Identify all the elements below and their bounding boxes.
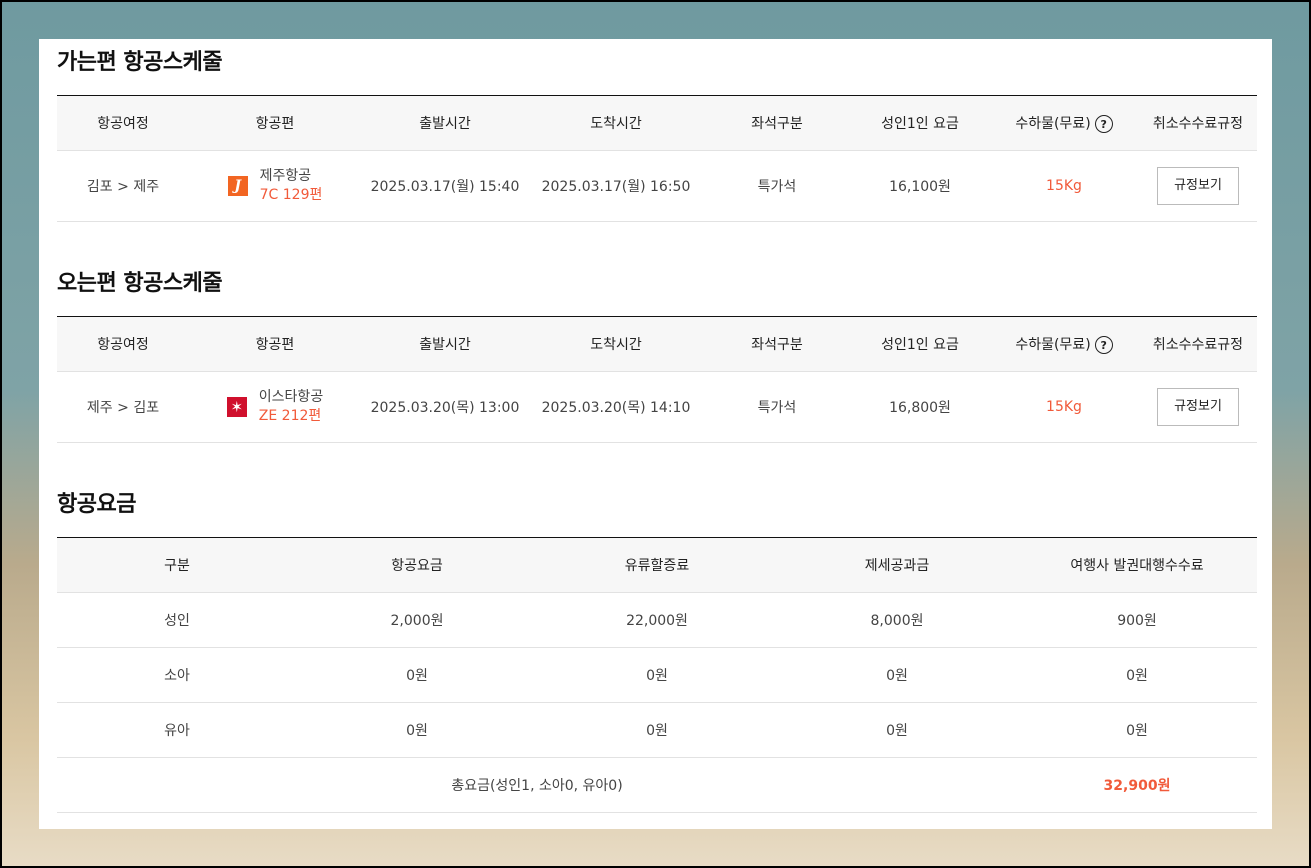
- fare-cell: 소아: [57, 647, 297, 703]
- col-header: 출발시간: [361, 316, 529, 372]
- reservation-panel: 가는편 항공스케줄 항공여정 항공편 출발시간 도착시간 좌석구분 성인1인 요…: [39, 39, 1272, 829]
- col-header-baggage: 수하물(무료)?: [989, 316, 1139, 372]
- table-header-row: 구분 항공요금 유류할증료 제세공과금 여행사 발권대행수수료: [57, 537, 1257, 593]
- baggage: 15Kg: [989, 371, 1139, 443]
- help-icon[interactable]: ?: [1094, 336, 1113, 354]
- table-row: 김포 > 제주 J 제주항공 7C 129편 2025.03.17(월) 15:…: [57, 150, 1257, 222]
- col-header: 성인1인 요금: [851, 95, 989, 151]
- fare-cell: 0원: [777, 702, 1017, 758]
- fare-cell: 0원: [537, 647, 777, 703]
- outbound-title: 가는편 항공스케줄: [57, 50, 223, 75]
- airline-name: 이스타항공: [258, 389, 324, 405]
- airline-cell: J 제주항공 7C 129편: [189, 150, 361, 222]
- col-header: 좌석구분: [703, 316, 851, 372]
- col-header: 항공여정: [57, 316, 189, 372]
- view-rules-button[interactable]: 규정보기: [1157, 388, 1239, 426]
- jeju-air-logo-icon: J: [227, 176, 248, 196]
- col-header: 항공여정: [57, 95, 189, 151]
- arrive-time: 2025.03.17(월) 16:50: [529, 150, 703, 222]
- fare-cell: 0원: [537, 702, 777, 758]
- table-row: 유아 0원 0원 0원 0원: [57, 702, 1257, 758]
- adult-fare: 16,800원: [851, 371, 989, 443]
- help-icon[interactable]: ?: [1094, 115, 1113, 133]
- total-value: 32,900원: [1017, 757, 1257, 813]
- airline-name: 제주항공: [259, 168, 312, 184]
- table-row: 제주 > 김포 ✶ 이스타항공 ZE 212편 2025.03.20(목) 13…: [57, 371, 1257, 443]
- col-header-label: 수하물(무료): [1015, 116, 1091, 132]
- fare-cell: 0원: [1017, 647, 1257, 703]
- table-row: 성인 2,000원 22,000원 8,000원 900원: [57, 592, 1257, 648]
- col-header-baggage: 수하물(무료)?: [989, 95, 1139, 151]
- fare-cell: 유아: [57, 702, 297, 758]
- col-header: 도착시간: [529, 95, 703, 151]
- fare-cell: 0원: [1017, 702, 1257, 758]
- col-header: 취소수수료규정: [1139, 316, 1257, 372]
- seat-class: 특가석: [703, 371, 851, 443]
- fare-cell: 2,000원: [297, 592, 537, 648]
- inbound-title: 오는편 항공스케줄: [57, 271, 223, 296]
- view-rules-button[interactable]: 규정보기: [1157, 167, 1239, 205]
- total-label: 총요금(성인1, 소아0, 유아0): [57, 757, 1017, 813]
- eastar-jet-logo-icon: ✶: [226, 397, 247, 417]
- fare-cell: 22,000원: [537, 592, 777, 648]
- inbound-schedule-table: 항공여정 항공편 출발시간 도착시간 좌석구분 성인1인 요금 수하물(무료)?…: [57, 316, 1257, 443]
- col-header: 유류할증료: [537, 537, 777, 593]
- fare-cell: 0원: [297, 702, 537, 758]
- col-header: 구분: [57, 537, 297, 593]
- col-header-label: 수하물(무료): [1015, 337, 1091, 353]
- table-row: 소아 0원 0원 0원 0원: [57, 647, 1257, 703]
- fare-title: 항공요금: [57, 492, 136, 517]
- rules-cell: 규정보기: [1139, 150, 1257, 222]
- route: 김포 > 제주: [57, 150, 189, 222]
- col-header: 성인1인 요금: [851, 316, 989, 372]
- col-header: 제세공과금: [777, 537, 1017, 593]
- col-header: 항공요금: [297, 537, 537, 593]
- arrive-time: 2025.03.20(목) 14:10: [529, 371, 703, 443]
- col-header: 여행사 발권대행수수료: [1017, 537, 1257, 593]
- fare-cell: 8,000원: [777, 592, 1017, 648]
- route: 제주 > 김포: [57, 371, 189, 443]
- col-header: 항공편: [189, 316, 361, 372]
- col-header: 출발시간: [361, 95, 529, 151]
- airline-cell: ✶ 이스타항공 ZE 212편: [189, 371, 361, 443]
- baggage: 15Kg: [989, 150, 1139, 222]
- total-row: 총요금(성인1, 소아0, 유아0) 32,900원: [57, 757, 1257, 813]
- table-header-row: 항공여정 항공편 출발시간 도착시간 좌석구분 성인1인 요금 수하물(무료)?…: [57, 95, 1257, 151]
- rules-cell: 규정보기: [1139, 371, 1257, 443]
- outbound-schedule-table: 항공여정 항공편 출발시간 도착시간 좌석구분 성인1인 요금 수하물(무료)?…: [57, 95, 1257, 222]
- col-header: 취소수수료규정: [1139, 95, 1257, 151]
- fare-cell: 900원: [1017, 592, 1257, 648]
- depart-time: 2025.03.17(월) 15:40: [361, 150, 529, 222]
- fare-cell: 0원: [297, 647, 537, 703]
- flight-number: 7C 129편: [259, 187, 323, 203]
- adult-fare: 16,100원: [851, 150, 989, 222]
- table-header-row: 항공여정 항공편 출발시간 도착시간 좌석구분 성인1인 요금 수하물(무료)?…: [57, 316, 1257, 372]
- fare-cell: 성인: [57, 592, 297, 648]
- col-header: 도착시간: [529, 316, 703, 372]
- fare-table: 구분 항공요금 유류할증료 제세공과금 여행사 발권대행수수료 성인 2,000…: [57, 537, 1257, 813]
- seat-class: 특가석: [703, 150, 851, 222]
- col-header: 좌석구분: [703, 95, 851, 151]
- depart-time: 2025.03.20(목) 13:00: [361, 371, 529, 443]
- col-header: 항공편: [189, 95, 361, 151]
- fare-cell: 0원: [777, 647, 1017, 703]
- flight-number: ZE 212편: [258, 408, 322, 424]
